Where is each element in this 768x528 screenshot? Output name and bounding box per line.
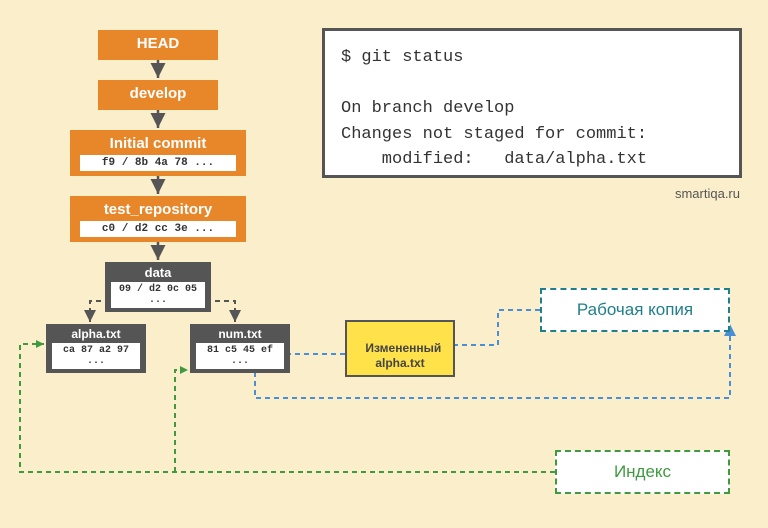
node-alpha-hash: ca 87 a2 97 ... <box>52 343 140 369</box>
node-repo-title: test_repository <box>70 196 246 221</box>
node-alpha-title: alpha.txt <box>46 324 146 343</box>
label-working-copy-text: Рабочая копия <box>577 300 693 320</box>
node-data: data 09 / d2 0c 05 ... <box>105 262 211 312</box>
terminal-line1: On branch develop <box>341 99 514 118</box>
node-develop: develop <box>98 80 218 110</box>
node-num-hash: 81 c5 45 ef ... <box>196 343 284 369</box>
node-data-title: data <box>105 262 211 282</box>
terminal-line2: Changes not staged for commit: <box>341 125 647 144</box>
terminal-cmd: $ git status <box>341 48 463 67</box>
node-head: HEAD <box>98 30 218 60</box>
label-working-copy: Рабочая копия <box>540 288 730 332</box>
node-num-title: num.txt <box>190 324 290 343</box>
label-index-text: Индекс <box>614 462 671 482</box>
node-initial-commit-title: Initial commit <box>70 130 246 155</box>
node-initial-commit: Initial commit f9 / 8b 4a 78 ... <box>70 130 246 176</box>
node-data-hash: 09 / d2 0c 05 ... <box>111 282 205 308</box>
node-alpha: alpha.txt ca 87 a2 97 ... <box>46 324 146 373</box>
label-index: Индекс <box>555 450 730 494</box>
watermark: smartiqa.ru <box>675 186 740 201</box>
node-repo-hash: c0 / d2 cc 3e ... <box>80 221 236 237</box>
terminal-line3: modified: data/alpha.txt <box>341 150 647 169</box>
node-develop-title: develop <box>98 80 218 105</box>
node-modified-alpha-title: Измененный alpha.txt <box>365 341 441 370</box>
terminal: $ git status On branch develop Changes n… <box>322 28 742 178</box>
node-initial-commit-hash: f9 / 8b 4a 78 ... <box>80 155 236 171</box>
node-num: num.txt 81 c5 45 ef ... <box>190 324 290 373</box>
node-modified-alpha: Измененный alpha.txt <box>345 320 455 377</box>
node-head-title: HEAD <box>98 30 218 55</box>
node-repo: test_repository c0 / d2 cc 3e ... <box>70 196 246 242</box>
